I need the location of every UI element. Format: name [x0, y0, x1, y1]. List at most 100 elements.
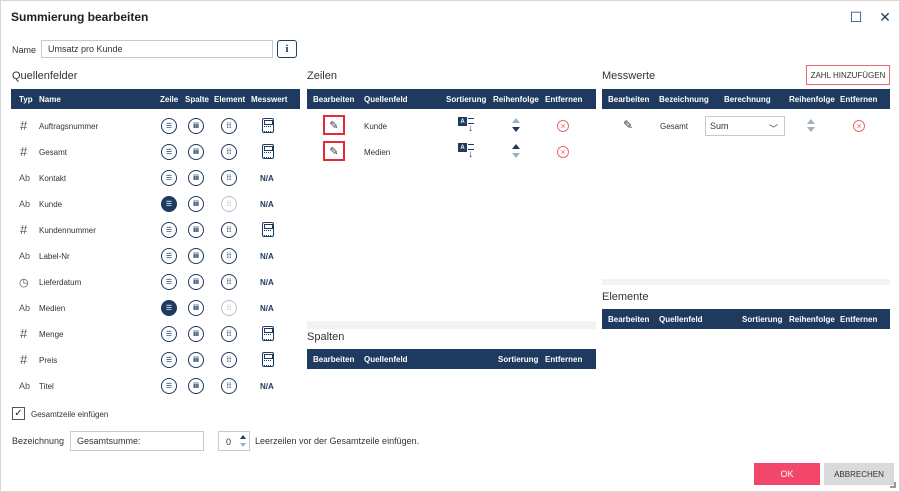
zeile-quellenfeld: Medien — [364, 148, 391, 157]
gesamtzeile-checkbox[interactable]: ✓ — [12, 407, 25, 420]
number-type-icon: # — [20, 144, 28, 159]
bezeichnung-label: Bezeichnung — [12, 436, 65, 446]
grid-icon[interactable]: ⁞⁞ — [221, 222, 237, 238]
ok-button[interactable]: OK — [754, 463, 820, 485]
dialog: Summierung bearbeiten ☐ ✕ Name Umsatz pr… — [0, 0, 900, 492]
add-number-button[interactable]: ZAHL HINZUFÜGEN — [806, 65, 890, 85]
list-icon[interactable]: ☰ — [161, 274, 177, 290]
grid-icon[interactable]: ⁞⁞ — [221, 196, 237, 212]
columns-icon[interactable]: ⅲ — [188, 300, 204, 316]
table-row: Ab Medien ☰ ⅲ ⁞⁞ N/A — [11, 295, 300, 321]
grid-icon[interactable]: ⁞⁞ — [221, 352, 237, 368]
number-type-icon: # — [20, 222, 28, 237]
remove-circle-icon[interactable]: × — [557, 120, 569, 132]
number-type-icon: # — [20, 326, 28, 341]
grid-icon[interactable]: ⁞⁞ — [221, 300, 237, 316]
text-type-icon: Ab — [19, 251, 31, 261]
messwert-na: N/A — [260, 200, 274, 209]
quellenfelder-panel: Typ Name Zeile Spalte Element Messwert #… — [11, 89, 300, 401]
columns-icon[interactable]: ⅲ — [188, 222, 204, 238]
messwerte-panel: Bearbeiten Bezeichnung Berechnung Reihen… — [602, 89, 890, 279]
grid-icon[interactable]: ⁞⁞ — [221, 274, 237, 290]
berechnung-select[interactable]: Sum ﹀ — [705, 116, 785, 136]
calculator-icon[interactable] — [262, 144, 274, 159]
columns-icon[interactable]: ⅲ — [188, 274, 204, 290]
grid-icon[interactable]: ⁞⁞ — [221, 170, 237, 186]
close-button[interactable]: ✕ — [876, 8, 894, 26]
grid-icon[interactable]: ⁞⁞ — [221, 378, 237, 394]
header-spalte: Spalte — [185, 95, 210, 104]
pencil-icon[interactable]: ✎ — [623, 118, 633, 132]
header-element: Element — [214, 95, 246, 104]
header-name: Name — [39, 95, 61, 104]
bezeichnung-input[interactable]: Gesamtsumme: — [70, 431, 204, 451]
resize-grip[interactable] — [890, 482, 896, 488]
list-icon[interactable]: ☰ — [161, 118, 177, 134]
list-icon[interactable]: ☰ — [161, 248, 177, 264]
grid-icon[interactable]: ⁞⁞ — [221, 248, 237, 264]
field-name: Medien — [39, 304, 66, 313]
table-row: # Auftragsnummer ☰ ⅲ ⁞⁞ — [11, 113, 300, 139]
list-icon[interactable]: ☰ — [161, 326, 177, 342]
move-up-icon[interactable] — [512, 144, 520, 149]
stepper-up-icon[interactable] — [240, 435, 246, 439]
leerzeilen-stepper[interactable]: 0 — [218, 431, 250, 451]
list-icon[interactable]: ☰ — [161, 222, 177, 238]
list-icon[interactable]: ☰ — [161, 378, 177, 394]
move-up-icon[interactable] — [807, 119, 815, 124]
table-row: ✎ Kunde A ↓ × — [307, 113, 596, 139]
number-type-icon: # — [20, 118, 28, 133]
list-icon[interactable]: ☰ — [161, 170, 177, 186]
maximize-icon: ☐ — [849, 8, 863, 25]
cancel-button[interactable]: ABBRECHEN — [824, 463, 894, 485]
name-input[interactable]: Umsatz pro Kunde — [41, 40, 273, 58]
elemente-title: Elemente — [602, 291, 649, 303]
edit-button[interactable]: ✎ — [323, 141, 345, 161]
move-down-icon[interactable] — [512, 127, 520, 132]
edit-button[interactable]: ✎ — [323, 115, 345, 135]
stepper-down-icon[interactable] — [240, 443, 246, 447]
info-button[interactable]: i — [277, 40, 297, 58]
list-icon[interactable]: ☰ — [161, 196, 177, 212]
info-icon: i — [285, 43, 289, 55]
messwerte-gap — [602, 279, 890, 285]
remove-circle-icon[interactable]: × — [853, 120, 865, 132]
messwert-na: N/A — [260, 382, 274, 391]
columns-icon[interactable]: ⅲ — [188, 170, 204, 186]
columns-icon[interactable]: ⅲ — [188, 352, 204, 368]
columns-icon[interactable]: ⅲ — [188, 248, 204, 264]
spalten-header-quellenfeld: Quellenfeld — [364, 355, 408, 364]
elemente-header-quellenfeld: Quellenfeld — [659, 315, 703, 324]
zeilen-header-bearbeiten: Bearbeiten — [313, 95, 355, 104]
messwerte-header-entfernen: Entfernen — [840, 95, 878, 104]
zeilen-header-quellenfeld: Quellenfeld — [364, 95, 408, 104]
columns-icon[interactable]: ⅲ — [188, 144, 204, 160]
columns-icon[interactable]: ⅲ — [188, 378, 204, 394]
elemente-header-sortierung: Sortierung — [742, 315, 783, 324]
elemente-panel: Bearbeiten Quellenfeld Sortierung Reihen… — [602, 309, 890, 401]
header-messwert: Messwert — [251, 95, 288, 104]
list-icon[interactable]: ☰ — [161, 352, 177, 368]
columns-icon[interactable]: ⅲ — [188, 118, 204, 134]
sort-ascending-icon[interactable]: A ↓ — [458, 117, 476, 134]
sort-ascending-icon[interactable]: A ↓ — [458, 143, 476, 160]
columns-icon[interactable]: ⅲ — [188, 196, 204, 212]
grid-icon[interactable]: ⁞⁞ — [221, 144, 237, 160]
berechnung-value: Sum — [710, 121, 729, 131]
messwerte-header-reihenfolge: Reihenfolge — [789, 95, 835, 104]
grid-icon[interactable]: ⁞⁞ — [221, 326, 237, 342]
remove-circle-icon[interactable]: × — [557, 146, 569, 158]
grid-icon[interactable]: ⁞⁞ — [221, 118, 237, 134]
maximize-button[interactable]: ☐ — [847, 8, 865, 26]
list-icon[interactable]: ☰ — [161, 144, 177, 160]
zeilen-header-entfernen: Entfernen — [545, 95, 583, 104]
messwerte-header-berechnung: Berechnung — [724, 95, 771, 104]
calculator-icon[interactable] — [262, 352, 274, 367]
calculator-icon[interactable] — [262, 326, 274, 341]
columns-icon[interactable]: ⅲ — [188, 326, 204, 342]
list-icon[interactable]: ☰ — [161, 300, 177, 316]
move-down-icon[interactable] — [807, 127, 815, 132]
text-type-icon: Ab — [19, 173, 31, 183]
calculator-icon[interactable] — [262, 118, 274, 133]
calculator-icon[interactable] — [262, 222, 274, 237]
